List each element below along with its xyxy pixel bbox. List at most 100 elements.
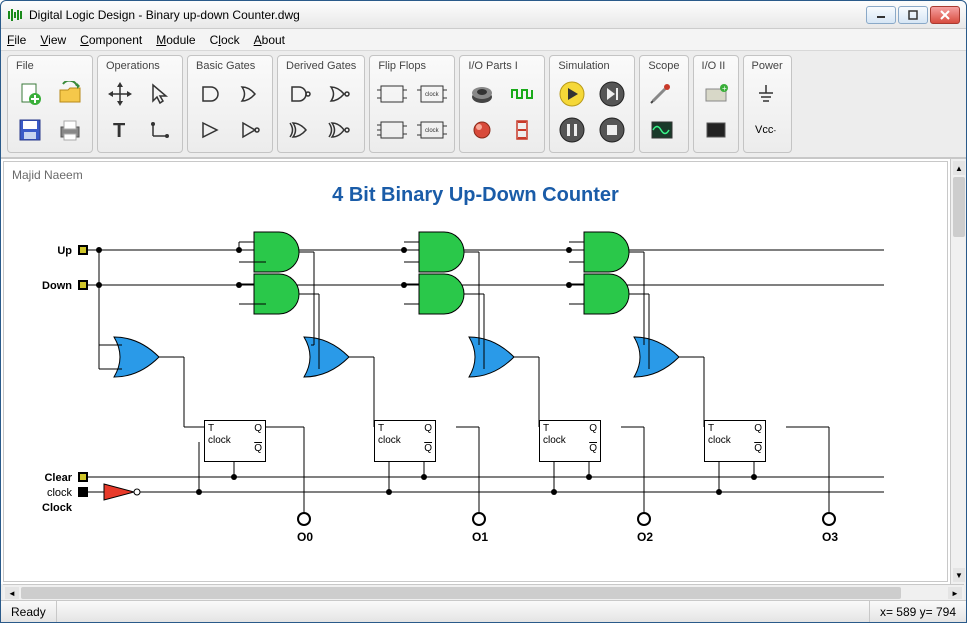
scope-button[interactable] <box>644 112 680 148</box>
pushbutton-button[interactable] <box>464 76 500 112</box>
o2-label: O2 <box>630 530 660 544</box>
maximize-button[interactable] <box>898 6 928 24</box>
vscroll-thumb[interactable] <box>953 177 965 237</box>
toolgroup-io1-label: I/O Parts I <box>464 58 540 76</box>
xor-gate-button[interactable] <box>282 112 318 148</box>
open-file-button[interactable] <box>52 76 88 112</box>
toolgroup-file-label: File <box>12 58 88 76</box>
menu-component[interactable]: Component <box>80 33 142 47</box>
flipflop-1[interactable]: TclockQQ <box>374 420 436 462</box>
scroll-up-arrow[interactable]: ▲ <box>953 161 965 175</box>
titlebar: Digital Logic Design - Binary up-down Co… <box>1 1 966 29</box>
menu-view[interactable]: View <box>40 33 66 47</box>
toolgroup-scope-label: Scope <box>644 58 683 76</box>
ground-button[interactable] <box>748 76 784 112</box>
probe-button[interactable] <box>644 76 680 112</box>
vertical-scrollbar[interactable]: ▲ ▼ <box>950 159 966 584</box>
toolgroup-power: Power Vcc- <box>743 55 792 153</box>
svg-text:T: T <box>113 120 125 142</box>
keyboard-button[interactable]: + <box>698 76 734 112</box>
select-tool-button[interactable] <box>142 76 178 112</box>
output-o2[interactable] <box>637 512 651 526</box>
status-ready: Ready <box>1 601 57 622</box>
tff-button[interactable]: clock <box>414 76 450 112</box>
srff-button[interactable]: clock <box>414 112 450 148</box>
status-coords: x= 589 y= 794 <box>869 601 966 622</box>
scroll-left-arrow[interactable]: ◄ <box>5 587 19 599</box>
window-title: Digital Logic Design - Binary up-down Co… <box>29 8 866 22</box>
wire-tool-button[interactable] <box>142 112 178 148</box>
toolgroup-basic-gates: Basic Gates <box>187 55 273 153</box>
toolgroup-io2: I/O II + <box>693 55 739 153</box>
move-tool-button[interactable] <box>102 76 138 112</box>
toolgroup-simulation: Simulation <box>549 55 635 153</box>
toolgroup-derived-gates: Derived Gates <box>277 55 365 153</box>
led-button[interactable] <box>464 112 500 148</box>
toolgroup-power-label: Power <box>748 58 787 76</box>
app-window: Digital Logic Design - Binary up-down Co… <box>0 0 967 623</box>
toolgroup-file: File <box>7 55 93 153</box>
output-o0[interactable] <box>297 512 311 526</box>
svg-text:clock: clock <box>425 128 440 134</box>
horizontal-scrollbar[interactable]: ◄ ► <box>3 584 964 600</box>
display-button[interactable] <box>698 112 734 148</box>
circuit-svg <box>4 162 924 542</box>
menu-module[interactable]: Module <box>156 33 195 47</box>
xnor-gate-button[interactable] <box>322 112 358 148</box>
scroll-right-arrow[interactable]: ► <box>948 587 962 599</box>
close-button[interactable] <box>930 6 960 24</box>
menu-about[interactable]: About <box>254 33 285 47</box>
app-icon <box>7 7 23 23</box>
stop-button[interactable] <box>594 112 630 148</box>
pause-button[interactable] <box>554 112 590 148</box>
toolgroup-flipflops: Flip Flops clock clock <box>369 55 455 153</box>
svg-text:+: + <box>722 84 727 93</box>
statusbar: Ready x= 589 y= 794 <box>1 600 966 622</box>
dff-button[interactable] <box>374 76 410 112</box>
toolgroup-io1: I/O Parts I <box>459 55 545 153</box>
clock-source-button[interactable] <box>504 76 540 112</box>
text-tool-button[interactable]: T <box>102 112 138 148</box>
window-buttons <box>866 6 960 24</box>
scroll-down-arrow[interactable]: ▼ <box>953 568 965 582</box>
new-file-button[interactable] <box>12 76 48 112</box>
and-gate-button[interactable] <box>192 76 228 112</box>
toolgroup-operations-label: Operations <box>102 58 178 76</box>
menu-file[interactable]: File <box>7 33 26 47</box>
nand-gate-button[interactable] <box>282 76 318 112</box>
vcc-button[interactable]: Vcc- <box>748 112 784 148</box>
output-o3[interactable] <box>822 512 836 526</box>
canvas-area: Majid Naeem 4 Bit Binary Up-Down Counter… <box>1 158 966 584</box>
menubar: File View Component Module Clock About <box>1 29 966 51</box>
step-button[interactable] <box>594 76 630 112</box>
toolgroup-io2-label: I/O II <box>698 58 734 76</box>
output-o1[interactable] <box>472 512 486 526</box>
flipflop-3[interactable]: TclockQQ <box>704 420 766 462</box>
save-button[interactable] <box>12 112 48 148</box>
toolgroup-operations: Operations T <box>97 55 183 153</box>
toolgroup-flipflops-label: Flip Flops <box>374 58 450 76</box>
or-gate-button[interactable] <box>232 76 268 112</box>
toolbar: File Operations T Basic Gates <box>1 51 966 158</box>
o3-label: O3 <box>815 530 845 544</box>
play-button[interactable] <box>554 76 590 112</box>
toolgroup-derived-label: Derived Gates <box>282 58 360 76</box>
jkff-button[interactable] <box>374 112 410 148</box>
flipflop-2[interactable]: TclockQQ <box>539 420 601 462</box>
toolgroup-scope: Scope <box>639 55 688 153</box>
minimize-button[interactable] <box>866 6 896 24</box>
toolgroup-simulation-label: Simulation <box>554 58 630 76</box>
not-gate-button[interactable] <box>232 112 268 148</box>
o1-label: O1 <box>465 530 495 544</box>
hscroll-thumb[interactable] <box>21 587 901 599</box>
nor-gate-button[interactable] <box>322 76 358 112</box>
print-button[interactable] <box>52 112 88 148</box>
design-canvas[interactable]: Majid Naeem 4 Bit Binary Up-Down Counter… <box>3 161 948 582</box>
buffer-gate-button[interactable] <box>192 112 228 148</box>
svg-text:clock: clock <box>425 92 440 98</box>
toolgroup-basic-label: Basic Gates <box>192 58 268 76</box>
menu-clock[interactable]: Clock <box>210 33 240 47</box>
flipflop-0[interactable]: TclockQQ <box>204 420 266 462</box>
o0-label: O0 <box>290 530 320 544</box>
seven-seg-button[interactable] <box>504 112 540 148</box>
